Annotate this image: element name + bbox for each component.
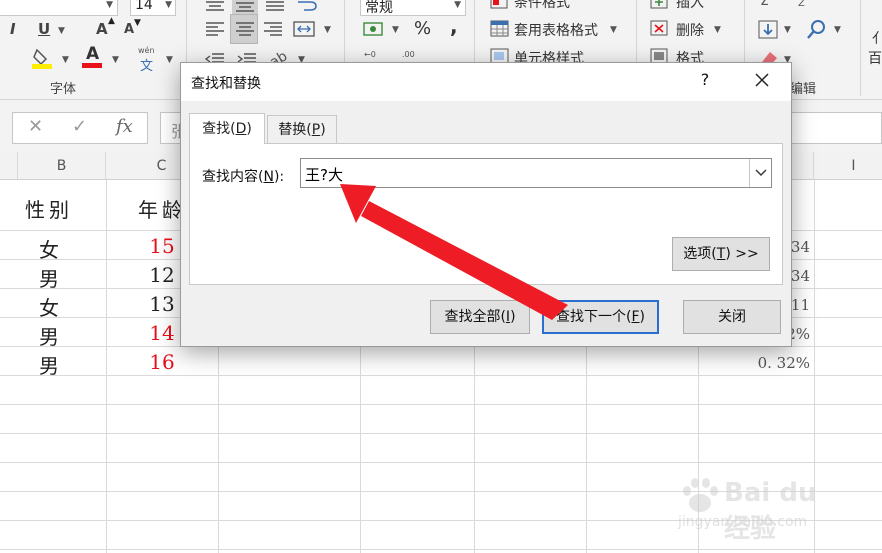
dialog-titlebar[interactable]: 查找和替换 ? xyxy=(181,63,791,101)
cell-gender[interactable]: 男 xyxy=(18,350,80,379)
tab-replace[interactable]: 替换(P) xyxy=(267,115,337,144)
align-center-icon[interactable] xyxy=(230,14,258,44)
find-what-input[interactable]: 王?大 xyxy=(300,158,772,188)
conditional-format-button[interactable]: 条件格式 xyxy=(514,0,570,12)
insert-cells-button[interactable]: 插入 xyxy=(676,0,704,12)
cancel-entry-icon[interactable]: ✕ xyxy=(28,116,43,137)
options-button[interactable]: 选项(T) >> xyxy=(672,237,770,271)
chevron-down-icon[interactable] xyxy=(749,159,771,187)
edit-group-label: 编辑 xyxy=(790,82,817,97)
font-size-dropdown[interactable]: 14 ▼ xyxy=(130,0,176,16)
cell-gender[interactable]: 女 xyxy=(18,234,80,263)
svg-text:Z: Z xyxy=(798,0,805,9)
underline-button[interactable]: U xyxy=(38,20,50,38)
find-what-value: 王?大 xyxy=(305,166,343,184)
column-header-a[interactable] xyxy=(0,152,18,180)
sort-filter-icon[interactable]: Z xyxy=(796,0,816,10)
grow-font-button[interactable]: A xyxy=(96,20,108,38)
delete-cells-button[interactable]: 删除 xyxy=(676,20,704,40)
dialog-title: 查找和替换 xyxy=(191,76,261,92)
align-right-icon[interactable] xyxy=(262,18,284,40)
format-as-table-button[interactable]: 套用表格格式 xyxy=(514,20,598,40)
fill-color-icon[interactable] xyxy=(32,46,54,70)
column-header-i[interactable]: I xyxy=(814,152,882,180)
confirm-entry-icon[interactable]: ✓ xyxy=(72,116,87,137)
merge-center-icon[interactable] xyxy=(292,18,316,40)
font-size-value: 14 xyxy=(135,0,153,13)
number-format-value: 常规 xyxy=(365,0,393,16)
find-what-label: 查找内容(N): xyxy=(202,169,285,185)
cell-gender[interactable]: 男 xyxy=(18,263,80,292)
accounting-format-icon[interactable] xyxy=(362,18,388,40)
align-left-icon[interactable] xyxy=(204,18,226,40)
autosum-icon[interactable]: Σ xyxy=(758,0,778,9)
format-as-table-icon[interactable] xyxy=(490,20,510,38)
svg-text:←0: ←0 xyxy=(364,50,376,59)
fill-icon[interactable] xyxy=(758,20,780,40)
paw-icon xyxy=(683,478,718,512)
delete-cells-icon[interactable] xyxy=(650,20,670,38)
close-icon[interactable] xyxy=(751,69,773,91)
insert-cells-icon[interactable] xyxy=(650,0,670,10)
svg-text:.00: .00 xyxy=(402,50,415,59)
cell-gender[interactable]: 女 xyxy=(18,292,80,321)
cell-percent[interactable]: 0. 32% xyxy=(750,354,810,372)
underline-dropdown-icon[interactable]: ▼ xyxy=(58,26,65,36)
italic-button[interactable]: I xyxy=(10,20,16,38)
close-button[interactable]: 关闭 xyxy=(683,300,781,334)
watermark-url: jingyan.baidu.com xyxy=(678,514,808,530)
find-select-icon[interactable] xyxy=(806,18,828,40)
phonetic-guide-icon[interactable]: wén 文 xyxy=(136,46,160,74)
find-replace-dialog: 查找和替换 ? 查找(D) 替换(P) 查找内容(N): 王?大 选项(T) >… xyxy=(180,62,792,347)
baidu-watermark: Bai du 经验 jingyan.baidu.com xyxy=(676,474,846,544)
font-group-label: 字体 xyxy=(50,82,77,97)
ribbon-overflow-text-2: 百 xyxy=(868,51,882,67)
align-middle-icon[interactable] xyxy=(232,0,258,14)
font-color-icon[interactable]: A xyxy=(82,44,104,70)
shrink-font-button[interactable]: A xyxy=(124,22,134,37)
tab-find[interactable]: 查找(D) xyxy=(189,113,265,144)
help-button[interactable]: ? xyxy=(695,70,715,89)
svg-text:Σ: Σ xyxy=(760,0,769,8)
watermark-brand: Bai du 经验 xyxy=(724,478,817,544)
ribbon-overflow-text: 亻 xyxy=(872,28,882,48)
conditional-format-icon[interactable] xyxy=(490,0,510,10)
find-next-button[interactable]: 查找下一个(F) xyxy=(542,300,659,334)
find-all-button[interactable]: 查找全部(I) xyxy=(430,300,530,334)
align-bottom-icon[interactable] xyxy=(264,0,286,12)
column-header-b[interactable]: B xyxy=(18,152,106,180)
cell-age[interactable]: 16 xyxy=(106,350,218,374)
header-gender[interactable]: 性别 xyxy=(18,194,80,223)
percent-button[interactable]: % xyxy=(414,18,431,39)
comma-button[interactable]: , xyxy=(450,14,458,38)
wrap-text-icon[interactable] xyxy=(296,0,318,12)
find-tab-panel: 查找内容(N): 王?大 选项(T) >> xyxy=(189,143,783,285)
font-name-dropdown[interactable]: ▼ xyxy=(0,0,118,16)
insert-function-button[interactable]: fx xyxy=(116,116,133,137)
align-top-icon[interactable] xyxy=(204,0,226,12)
cell-gender[interactable]: 男 xyxy=(18,321,80,350)
